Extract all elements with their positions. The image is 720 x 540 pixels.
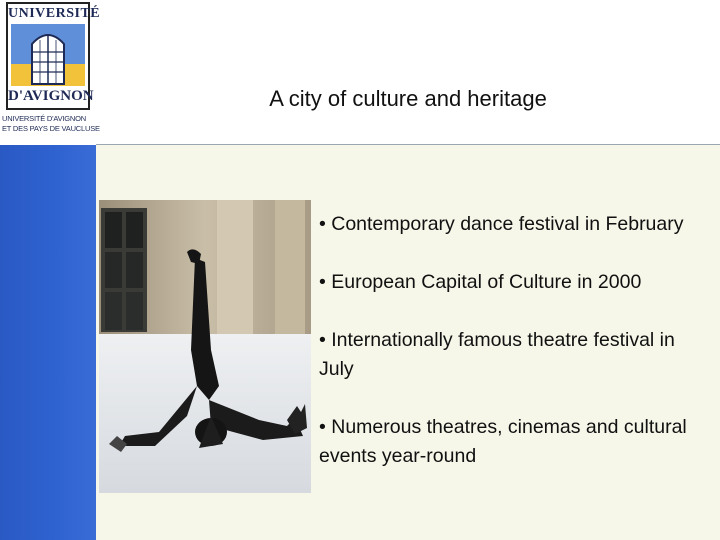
bullet-list: • Contemporary dance festival in Februar… [319, 210, 709, 500]
dancer-image-icon [99, 200, 311, 493]
logo-frame: UNIVERSITÉ D'AVIGNON [6, 2, 101, 110]
bullet-item: • Contemporary dance festival in Februar… [319, 213, 684, 235]
logo-subtitle-line2: ET DES PAYS DE VAUCLUSE [2, 124, 100, 133]
bullet-item: • Internationally famous theatre festiva… [319, 329, 675, 380]
bullet-item: • European Capital of Culture in 2000 [319, 271, 642, 293]
slide-header: UNIVERSITÉ D'AVIGNON UNIVERSITÉ D'AVIGNO… [0, 0, 720, 145]
left-sidebar-band [0, 145, 96, 540]
logo-subtitle-line1: UNIVERSITÉ D'AVIGNON [2, 114, 86, 123]
bullet-item: • Numerous theatres, cinemas and cultura… [319, 416, 687, 467]
logo-top-text: UNIVERSITÉ [8, 6, 101, 21]
slide-title: A city of culture and heritage [269, 86, 547, 111]
dance-photo [99, 200, 311, 493]
university-logo: UNIVERSITÉ D'AVIGNON UNIVERSITÉ D'AVIGNO… [0, 0, 101, 140]
logo-subtitle: UNIVERSITÉ D'AVIGNON ET DES PAYS DE VAUC… [2, 114, 100, 134]
logo-bottom-text: D'AVIGNON [8, 88, 94, 104]
